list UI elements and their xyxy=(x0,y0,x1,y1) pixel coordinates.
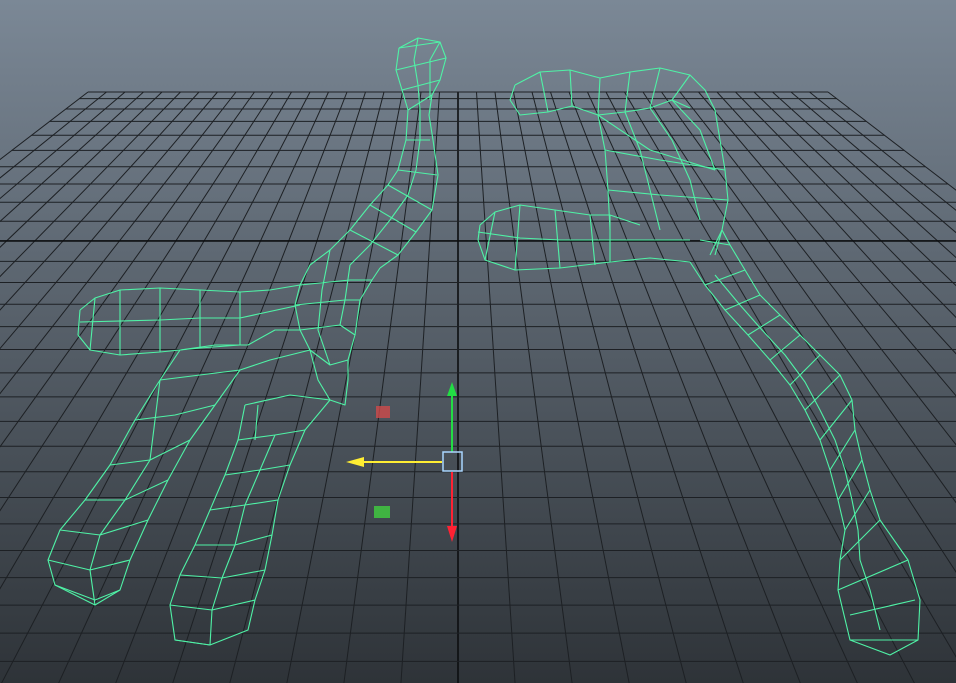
plane-handle-xy[interactable] xyxy=(376,406,390,418)
viewport-canvas[interactable] xyxy=(0,0,956,683)
plane-handle-xz[interactable] xyxy=(374,506,390,518)
viewport-background xyxy=(0,0,956,683)
3d-viewport[interactable] xyxy=(0,0,956,683)
